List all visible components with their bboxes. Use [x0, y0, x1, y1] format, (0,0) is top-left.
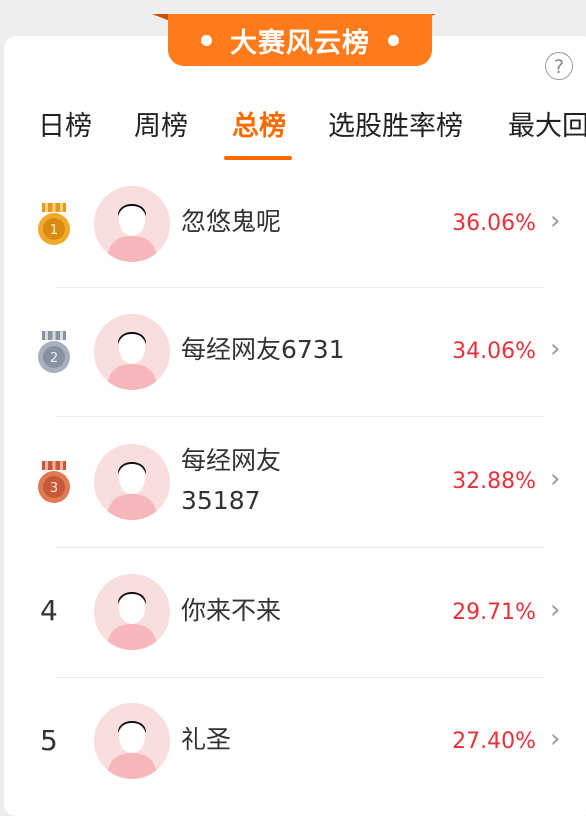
- medal-rank-label: 1: [50, 223, 58, 238]
- user-name-line1: 每经网友: [181, 446, 282, 475]
- win-rate: 32.88%: [452, 469, 536, 494]
- chevron-right-icon: ›: [550, 595, 561, 625]
- tab-weekly[interactable]: 周榜: [134, 104, 188, 143]
- medal-icon: 2: [38, 331, 70, 373]
- rank-number: 5: [40, 724, 58, 757]
- leaderboard-row[interactable]: 1 忽悠鬼呢 36.06% ›: [0, 160, 586, 290]
- rank-number: 4: [40, 594, 58, 627]
- avatar-icon: [94, 186, 170, 262]
- chevron-right-icon: ›: [550, 724, 561, 754]
- ranking-tabs: 日榜 周榜 总榜 选股胜率榜 最大回: [0, 100, 586, 160]
- avatar-icon: [94, 444, 170, 520]
- user-name: 你来不来: [181, 596, 282, 625]
- help-icon[interactable]: ?: [545, 52, 573, 80]
- banner-dot-left: [201, 34, 212, 46]
- medal-icon: 3: [38, 461, 70, 503]
- medal-rank-label: 2: [50, 351, 58, 366]
- leaderboard-banner: 大赛风云榜: [168, 14, 432, 66]
- win-rate: 29.71%: [452, 600, 536, 625]
- leaderboard-row[interactable]: 2 每经网友6731 34.06% ›: [0, 288, 586, 418]
- tab-win-rate[interactable]: 选股胜率榜: [328, 104, 463, 143]
- win-rate: 27.40%: [452, 729, 536, 754]
- user-name: 忽悠鬼呢: [181, 207, 282, 236]
- banner-dot-right: [388, 34, 399, 46]
- banner-title: 大赛风云榜: [230, 27, 370, 59]
- win-rate: 36.06%: [452, 211, 536, 236]
- avatar-icon: [94, 574, 170, 650]
- tab-daily[interactable]: 日榜: [38, 104, 92, 143]
- leaderboard-row[interactable]: 3 每经网友 35187 32.88% ›: [0, 418, 586, 548]
- avatar-icon: [94, 703, 170, 779]
- medal-icon: 1: [38, 203, 70, 245]
- user-name: 礼圣: [181, 725, 232, 754]
- leaderboard-row[interactable]: 5 礼圣 27.40% ›: [0, 678, 586, 808]
- avatar-icon: [94, 314, 170, 390]
- win-rate: 34.06%: [452, 339, 536, 364]
- tab-overall[interactable]: 总榜: [232, 104, 286, 143]
- tab-max-drawdown[interactable]: 最大回: [508, 104, 586, 143]
- chevron-right-icon: ›: [550, 206, 561, 236]
- chevron-right-icon: ›: [550, 334, 561, 364]
- user-name: 每经网友6731: [181, 335, 345, 364]
- medal-rank-label: 3: [50, 481, 58, 496]
- chevron-right-icon: ›: [550, 464, 561, 494]
- leaderboard-row[interactable]: 4 你来不来 29.71% ›: [0, 548, 586, 678]
- user-name-line2: 35187: [181, 486, 261, 515]
- row-divider: [56, 416, 544, 417]
